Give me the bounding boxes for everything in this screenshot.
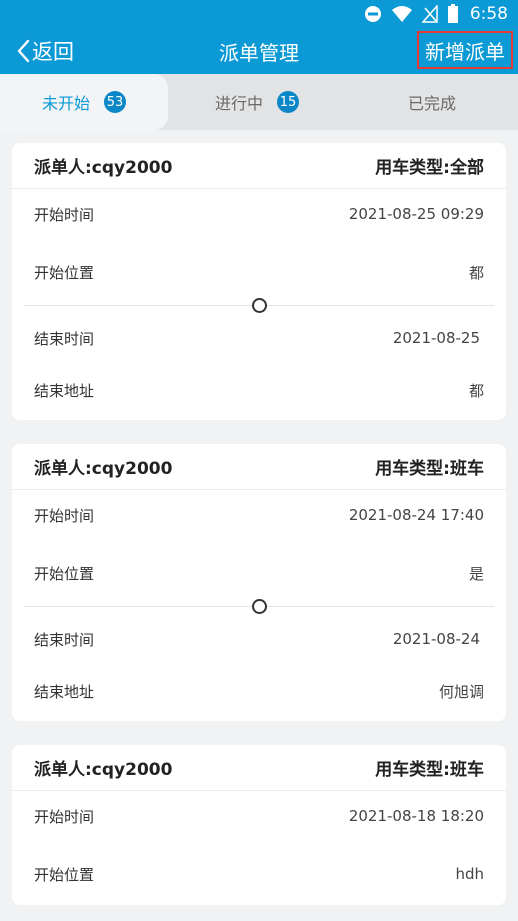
tab-bar: 未开始 53 进行中 15 已完成 (0, 74, 518, 130)
tab-not-started[interactable]: 未开始 53 (0, 74, 168, 130)
status-time: 6:58 (469, 4, 508, 24)
count-badge: 15 (277, 91, 299, 113)
vehicle-type-label: 用车类型:全部 (375, 158, 484, 178)
start-time-label: 开始时间 (34, 506, 95, 525)
start-location-value: 都 (468, 263, 484, 282)
start-location-row: 开始位置 hdh (12, 841, 506, 905)
vehicle-type-label: 用车类型:班车 (375, 760, 484, 780)
start-location-value: hdh (455, 865, 484, 883)
start-time-value: 2021-08-24 17:40 (348, 506, 484, 524)
end-address-row: 结束地址 都 (12, 370, 506, 420)
order-card[interactable]: 派单人:cqy2000 用车类型:班车 开始时间 2021-08-18 18:2… (12, 745, 506, 905)
tab-label: 已完成 (407, 94, 456, 113)
end-time-row: 结束时间 2021-08-24 (12, 607, 506, 671)
end-address-label: 结束地址 (34, 682, 95, 701)
start-time-value: 2021-08-18 18:20 (348, 807, 484, 825)
vehicle-type-label: 用车类型:班车 (375, 459, 484, 479)
end-address-value: 何旭调 (438, 682, 484, 701)
start-time-row: 开始时间 2021-08-24 17:40 (12, 490, 506, 540)
start-time-row: 开始时间 2021-08-18 18:20 (12, 791, 506, 841)
start-time-value: 2021-08-25 09:29 (348, 205, 484, 223)
card-header: 派单人:cqy2000 用车类型:全部 (12, 143, 506, 189)
end-time-row: 结束时间 2021-08-25 (12, 306, 506, 370)
tab-in-progress[interactable]: 进行中 15 (172, 74, 342, 130)
back-label: 返回 (32, 40, 74, 64)
route-node-icon (251, 599, 267, 614)
end-time-label: 结束时间 (34, 630, 95, 649)
start-time-label: 开始时间 (34, 807, 95, 826)
count-badge: 53 (104, 91, 126, 113)
end-time-label: 结束时间 (34, 329, 95, 348)
order-list: 派单人:cqy2000 用车类型:全部 开始时间 2021-08-25 09:2… (12, 143, 506, 921)
end-address-label: 结束地址 (34, 381, 95, 400)
start-location-label: 开始位置 (34, 263, 95, 282)
chevron-left-icon (17, 39, 30, 63)
battery-icon (447, 4, 458, 23)
new-dispatch-button[interactable]: 新增派单 (417, 31, 513, 69)
tab-label: 未开始 (41, 94, 90, 113)
no-signal-icon (421, 5, 438, 23)
tab-label: 进行中 (214, 94, 263, 113)
tab-completed[interactable]: 已完成 (346, 74, 518, 130)
start-location-value: 是 (468, 564, 484, 583)
end-address-row: 结束地址 何旭调 (12, 671, 506, 721)
end-address-value: 都 (468, 381, 484, 400)
do-not-disturb-icon (364, 6, 381, 22)
wifi-icon (391, 6, 412, 22)
route-divider (24, 599, 494, 614)
card-header: 派单人:cqy2000 用车类型:班车 (12, 444, 506, 490)
end-time-value: 2021-08-24 (392, 630, 480, 648)
start-location-label: 开始位置 (34, 564, 95, 583)
dispatcher-label: 派单人:cqy2000 (34, 760, 173, 780)
status-bar: 6:58 (0, 0, 518, 28)
dispatcher-label: 派单人:cqy2000 (34, 158, 173, 178)
order-card[interactable]: 派单人:cqy2000 用车类型:全部 开始时间 2021-08-25 09:2… (12, 143, 506, 420)
route-divider (24, 298, 494, 313)
order-card[interactable]: 派单人:cqy2000 用车类型:班车 开始时间 2021-08-24 17:4… (12, 444, 506, 721)
dispatcher-label: 派单人:cqy2000 (34, 459, 173, 479)
nav-bar: 返回 派单管理 新增派单 (0, 28, 518, 74)
start-time-row: 开始时间 2021-08-25 09:29 (12, 189, 506, 239)
card-header: 派单人:cqy2000 用车类型:班车 (12, 745, 506, 791)
start-location-row: 开始位置 是 (12, 540, 506, 606)
end-time-value: 2021-08-25 (392, 329, 480, 347)
route-node-icon (251, 298, 267, 313)
start-time-label: 开始时间 (34, 205, 95, 224)
back-button[interactable]: 返回 (16, 28, 74, 74)
start-location-row: 开始位置 都 (12, 239, 506, 305)
start-location-label: 开始位置 (34, 865, 95, 884)
